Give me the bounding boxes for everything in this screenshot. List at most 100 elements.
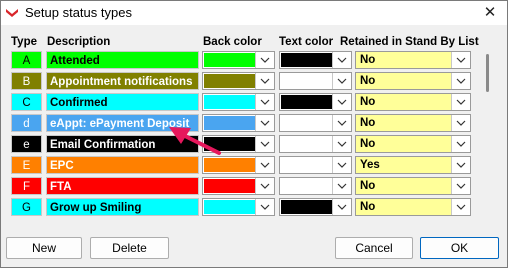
chevron-down-icon[interactable]	[255, 73, 274, 89]
retained-dropdown[interactable]: No	[355, 114, 471, 132]
table-row[interactable]: G Grow up Smiling No	[6, 197, 486, 217]
text-color-dropdown[interactable]	[279, 72, 352, 90]
text-color-dropdown[interactable]	[279, 198, 352, 216]
text-color-dropdown[interactable]	[279, 93, 352, 111]
chevron-down-icon[interactable]	[332, 115, 351, 131]
retained-value: No	[360, 54, 376, 66]
status-description-cell[interactable]: Confirmed	[46, 93, 199, 111]
text-color-dropdown[interactable]	[279, 114, 352, 132]
text-color-swatch	[281, 74, 332, 88]
text-color-dropdown[interactable]	[279, 177, 352, 195]
status-code-cell[interactable]: A	[11, 51, 42, 69]
chevron-down-icon[interactable]	[255, 199, 274, 215]
back-color-dropdown[interactable]	[202, 51, 275, 69]
back-color-dropdown[interactable]	[202, 198, 275, 216]
close-icon[interactable]: ✕	[479, 3, 501, 23]
table-row[interactable]: e Email Confirmation No	[6, 134, 486, 154]
chevron-down-icon[interactable]	[332, 94, 351, 110]
retained-dropdown[interactable]: No	[355, 135, 471, 153]
table-row[interactable]: C Confirmed No	[6, 92, 486, 112]
status-description-cell[interactable]: Email Confirmation	[46, 135, 199, 153]
retained-dropdown[interactable]: No	[355, 72, 471, 90]
chevron-down-icon[interactable]	[451, 199, 470, 215]
chevron-down-icon[interactable]	[255, 94, 274, 110]
status-types-grid: Type Description Back color Text color R…	[6, 34, 498, 224]
retained-value: No	[360, 96, 376, 108]
back-color-dropdown[interactable]	[202, 114, 275, 132]
column-header-retained: Retained in Stand By List	[340, 36, 479, 48]
status-code-cell[interactable]: F	[11, 177, 42, 195]
column-header-description: Description	[47, 36, 111, 48]
status-code-cell[interactable]: C	[11, 93, 42, 111]
status-code-cell[interactable]: E	[11, 156, 42, 174]
new-button[interactable]: New	[6, 237, 82, 259]
status-description-cell[interactable]: Appointment notifications	[46, 72, 199, 90]
chevron-down-icon[interactable]	[255, 136, 274, 152]
chevron-down-icon[interactable]	[332, 73, 351, 89]
status-description-cell[interactable]: FTA	[46, 177, 199, 195]
chevron-down-icon[interactable]	[332, 157, 351, 173]
status-code-cell[interactable]: d	[11, 114, 42, 132]
status-description-cell[interactable]: EPC	[46, 156, 199, 174]
text-color-dropdown[interactable]	[279, 135, 352, 153]
status-code-cell[interactable]: G	[11, 198, 42, 216]
back-color-dropdown[interactable]	[202, 93, 275, 111]
status-description-cell[interactable]: Attended	[46, 51, 199, 69]
text-color-swatch	[281, 137, 332, 151]
ok-button[interactable]: OK	[420, 237, 499, 259]
vertical-scrollbar[interactable]	[482, 50, 492, 220]
chevron-down-icon[interactable]	[451, 178, 470, 194]
chevron-down-icon[interactable]	[255, 52, 274, 68]
text-color-swatch	[281, 116, 332, 130]
back-color-dropdown[interactable]	[202, 72, 275, 90]
table-row[interactable]: A Attended No	[6, 50, 486, 70]
back-color-dropdown[interactable]	[202, 156, 275, 174]
retained-dropdown[interactable]: No	[355, 51, 471, 69]
column-header-type: Type	[11, 36, 37, 48]
status-code-cell[interactable]: e	[11, 135, 42, 153]
chevron-down-icon[interactable]	[451, 157, 470, 173]
retained-dropdown[interactable]: No	[355, 177, 471, 195]
text-color-swatch	[281, 179, 332, 193]
chevron-down-icon[interactable]	[332, 199, 351, 215]
chevron-down-icon[interactable]	[332, 178, 351, 194]
retained-dropdown[interactable]: Yes	[355, 156, 471, 174]
table-row[interactable]: d eAppt: ePayment Deposit No	[6, 113, 486, 133]
table-row[interactable]: B Appointment notifications No	[6, 71, 486, 91]
back-color-swatch	[204, 53, 255, 67]
setup-status-types-dialog: Setup status types ✕ Type Description Ba…	[0, 0, 508, 268]
window-title: Setup status types	[25, 5, 132, 20]
text-color-swatch	[281, 158, 332, 172]
chevron-down-icon[interactable]	[332, 136, 351, 152]
delete-button[interactable]: Delete	[90, 237, 169, 259]
retained-dropdown[interactable]: No	[355, 93, 471, 111]
scrollbar-thumb[interactable]	[486, 54, 489, 92]
chevron-down-icon[interactable]	[332, 52, 351, 68]
table-row[interactable]: F FTA No	[6, 176, 486, 196]
retained-dropdown[interactable]: No	[355, 198, 471, 216]
back-color-swatch	[204, 74, 255, 88]
chevron-down-icon[interactable]	[451, 52, 470, 68]
chevron-down-icon[interactable]	[451, 115, 470, 131]
table-row[interactable]: E EPC Yes	[6, 155, 486, 175]
text-color-dropdown[interactable]	[279, 156, 352, 174]
chevron-down-icon[interactable]	[451, 94, 470, 110]
chevron-down-icon[interactable]	[451, 73, 470, 89]
status-description-cell[interactable]: eAppt: ePayment Deposit	[46, 114, 199, 132]
title-bar: Setup status types ✕	[1, 1, 507, 25]
retained-value: No	[360, 117, 376, 129]
status-code-cell[interactable]: B	[11, 72, 42, 90]
status-description-cell[interactable]: Grow up Smiling	[46, 198, 199, 216]
back-color-dropdown[interactable]	[202, 177, 275, 195]
chevron-down-icon[interactable]	[255, 178, 274, 194]
chevron-down-icon[interactable]	[451, 136, 470, 152]
chevron-down-icon[interactable]	[255, 157, 274, 173]
cancel-button[interactable]: Cancel	[335, 237, 413, 259]
chevron-down-icon[interactable]	[255, 115, 274, 131]
back-color-swatch	[204, 116, 255, 130]
text-color-dropdown[interactable]	[279, 51, 352, 69]
back-color-swatch	[204, 95, 255, 109]
text-color-swatch	[281, 53, 332, 67]
retained-value: Yes	[360, 159, 380, 171]
back-color-dropdown[interactable]	[202, 135, 275, 153]
